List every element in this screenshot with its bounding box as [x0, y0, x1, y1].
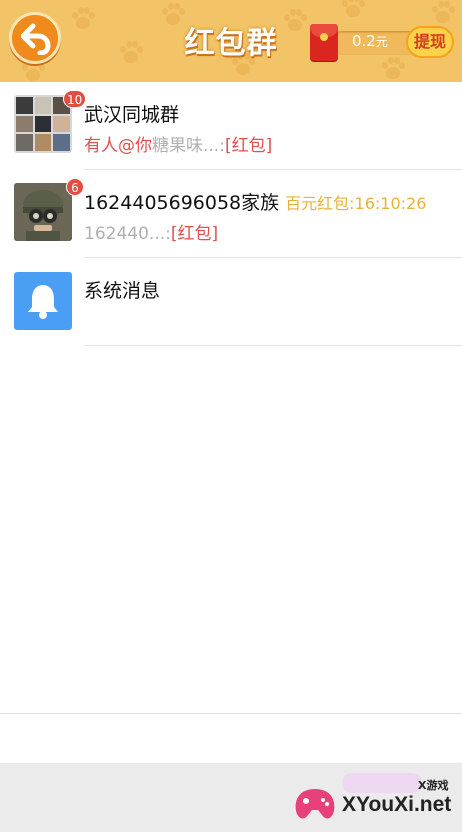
red-packet-timer: 百元红包:16:10:26	[285, 194, 427, 213]
chat-item-wuhan-group[interactable]: 10 武汉同城群 有人@你糖果味...:[红包]	[0, 82, 462, 170]
chat-name: 系统消息	[84, 280, 161, 302]
red-packet-tag: [红包]	[224, 136, 273, 156]
top-bar: 红包群 0.2元 提现	[0, 0, 462, 82]
balance-value: 0.2	[352, 32, 376, 50]
bottom-divider	[0, 713, 462, 714]
balance-amount: 0.2元	[352, 32, 388, 50]
wallet-balance: 0.2元 提现	[310, 24, 456, 62]
chat-item-system-messages[interactable]: 系统消息	[0, 258, 462, 346]
preview-text: 162440...:	[84, 224, 171, 244]
red-packet-icon	[310, 24, 338, 61]
unread-badge: 10	[63, 90, 87, 108]
withdraw-button[interactable]: 提现	[406, 26, 454, 58]
footer-bar: X游戏 XYouXi.net	[0, 763, 462, 832]
chat-name: 武汉同城群	[84, 104, 180, 126]
chat-item-family-group[interactable]: 6 1624405696058家族 百元红包:16:10:26 162440...…	[0, 170, 462, 258]
chat-name: 1624405696058家族 百元红包:16:10:26	[84, 188, 426, 215]
unread-badge: 6	[66, 178, 84, 196]
chat-preview: 有人@你糖果味...:[红包]	[84, 131, 272, 156]
watermark-small-text: X游戏	[418, 779, 449, 792]
bell-icon	[28, 285, 58, 319]
soldier-avatar	[14, 183, 72, 241]
system-avatar	[14, 272, 72, 330]
watermark-text: XYouXi.net	[342, 793, 452, 816]
paw-print-icon	[340, 0, 366, 20]
group-avatar	[14, 95, 72, 153]
chat-name-text: 1624405696058家族	[84, 192, 280, 214]
red-packet-tag: [红包]	[170, 224, 219, 244]
balance-unit: 元	[375, 35, 388, 49]
divider	[84, 345, 462, 346]
mention-tag: 有人@你	[84, 136, 152, 156]
chat-preview: 162440...:[红包]	[84, 219, 218, 244]
watermark-logo-icon	[295, 789, 335, 819]
preview-text: 糖果味...:	[152, 136, 225, 156]
